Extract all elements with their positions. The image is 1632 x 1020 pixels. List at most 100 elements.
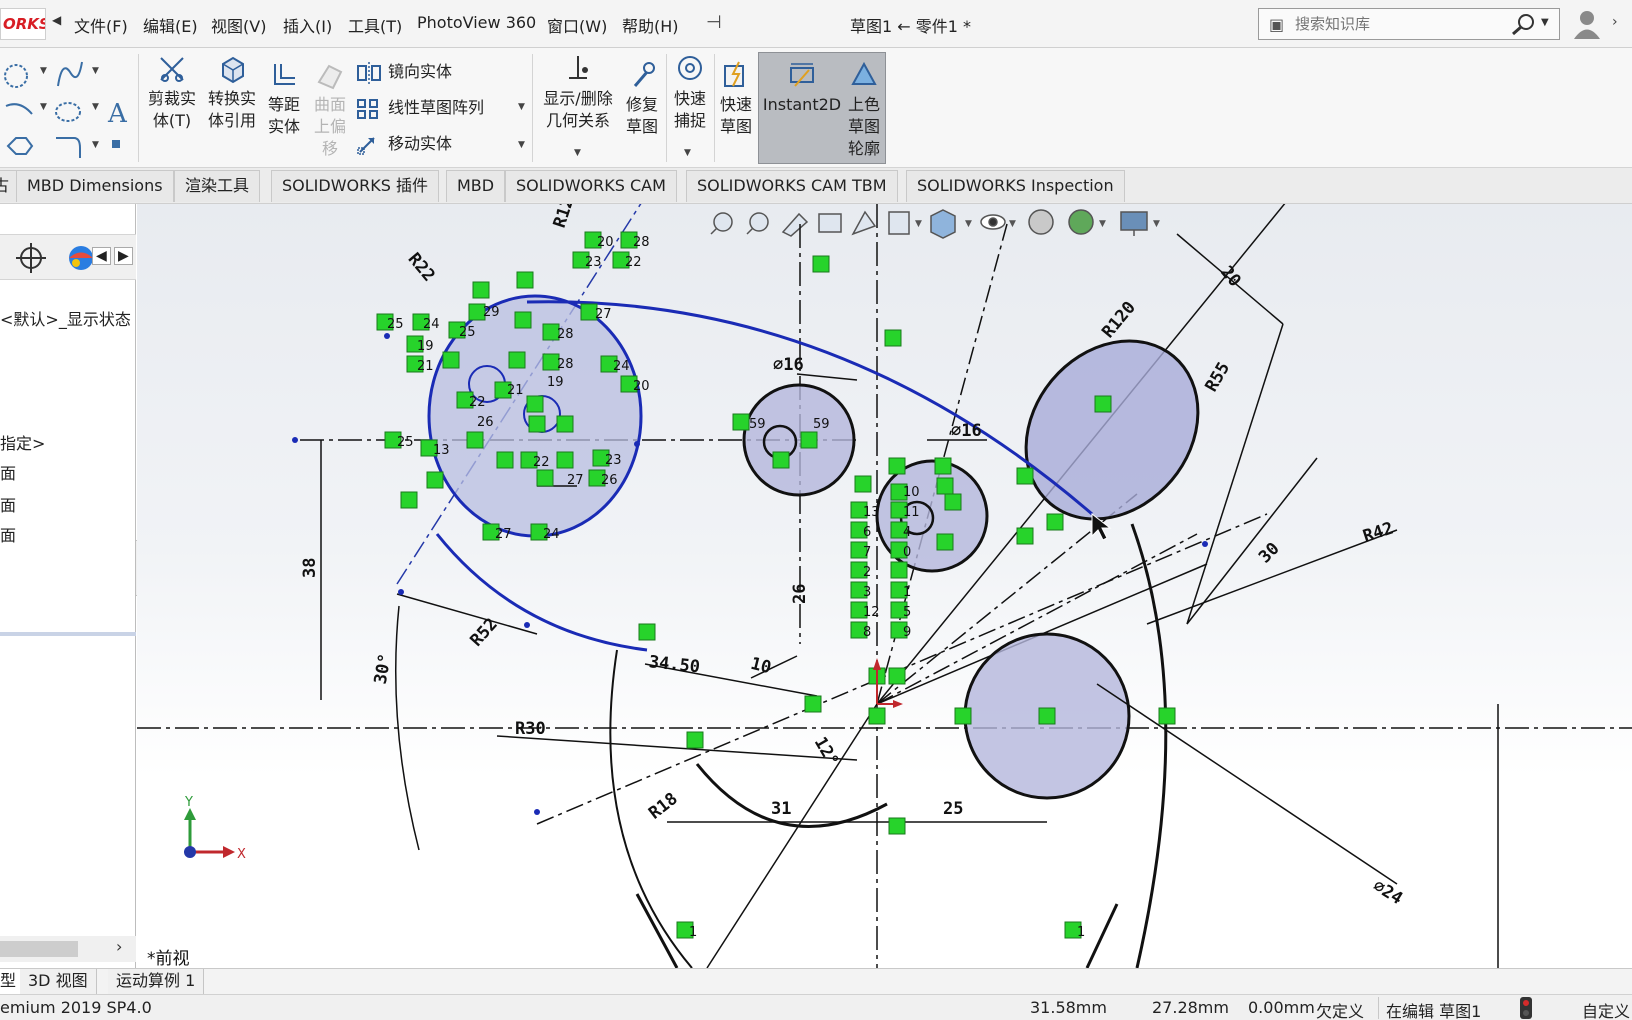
svg-text:3: 3 <box>863 585 871 600</box>
search-icon[interactable] <box>1509 11 1537 37</box>
sketch-drawing[interactable]: 25 2425 291921 282827 20 2823 222420 25132… <box>137 204 1632 968</box>
svg-text:19: 19 <box>417 339 434 354</box>
menu-edit[interactable]: 编辑(E) <box>143 13 198 37</box>
scroll-left-icon[interactable]: ◀ <box>92 247 111 265</box>
display-state-item[interactable]: <默认>_显示状态 <box>0 306 131 330</box>
units-custom[interactable]: 自定义 <box>1582 998 1630 1020</box>
tab-solidworks-cam[interactable]: SOLIDWORKS CAM <box>505 170 677 202</box>
convert-label: 转换实 体引用 <box>207 89 256 130</box>
menu-photoview[interactable]: PhotoView 360 <box>417 13 536 32</box>
scroll-right-arrow-icon[interactable]: › <box>116 937 122 956</box>
dim-34-50[interactable]: 34.50 <box>648 652 701 677</box>
version-text: emium 2019 SP4.0 <box>0 998 152 1017</box>
menu-tools[interactable]: 工具(T) <box>348 13 402 37</box>
dim-30[interactable]: 30 <box>1255 539 1284 568</box>
shaded-sketch-contours-button[interactable]: 上色 草图 轮廓 <box>844 60 884 160</box>
tab-mbd-dimensions[interactable]: MBD Dimensions <box>16 170 174 202</box>
svg-text:22: 22 <box>469 395 486 410</box>
scrollbar-thumb[interactable] <box>0 941 78 957</box>
pin-icon[interactable]: ⊣ <box>706 12 722 33</box>
relations-dropdown-icon[interactable]: ▼ <box>574 148 581 158</box>
dim-10[interactable]: 10 <box>749 654 774 678</box>
menu-view[interactable]: 视图(V) <box>211 13 266 37</box>
dim-r42[interactable]: R42 <box>1361 518 1396 547</box>
mirror-entities-button[interactable]: 镜向实体 <box>356 58 452 84</box>
surface-offset-button[interactable]: 曲面 上偏 移 <box>308 60 352 160</box>
spline-dropdown-icon[interactable]: ▼ <box>92 66 99 76</box>
dim-r22[interactable]: R22 <box>404 249 439 285</box>
tab-solidworks-addins[interactable]: SOLIDWORKS 插件 <box>271 170 439 202</box>
menu-collapse-arrow-icon[interactable]: ◀ <box>52 13 61 27</box>
pattern-dropdown-icon[interactable]: ▼ <box>518 102 525 112</box>
menu-insert[interactable]: 插入(I) <box>283 13 332 37</box>
svg-text:0: 0 <box>903 545 911 560</box>
tree-item-plane-right[interactable]: 面 <box>0 522 16 546</box>
tab-render-tools[interactable]: 渲染工具 <box>174 170 261 202</box>
ellipse-dropdown-icon[interactable]: ▼ <box>92 102 99 112</box>
tab-motion-study[interactable]: 运动算例 1 <box>108 969 205 995</box>
dim-r30[interactable]: R30 <box>515 719 546 739</box>
menu-file[interactable]: 文件(F) <box>74 13 128 37</box>
tab-solidworks-inspection[interactable]: SOLIDWORKS Inspection <box>906 170 1125 202</box>
sketch-entity-tools-icon[interactable]: A <box>0 54 140 162</box>
scroll-right-icon[interactable]: ▶ <box>114 247 133 265</box>
dim-phi16-a[interactable]: ⌀16 <box>773 355 804 375</box>
quick-snap-dropdown-icon[interactable]: ▼ <box>684 148 691 158</box>
dim-25[interactable]: 25 <box>943 799 963 819</box>
svg-text:24: 24 <box>543 527 560 542</box>
svg-text:24: 24 <box>423 317 440 332</box>
tab-3d-views[interactable]: 3D 视图 <box>20 969 97 995</box>
dim-31[interactable]: 31 <box>771 799 791 819</box>
tab-solidworks-cam-tbm[interactable]: SOLIDWORKS CAM TBM <box>686 170 898 202</box>
quick-snaps-button[interactable]: 快速 捕捉 <box>668 54 712 132</box>
rebuild-traffic-light-icon[interactable] <box>1518 997 1534 1019</box>
relations-label: 显示/删除 几何关系 <box>543 89 613 130</box>
fillet-dropdown-icon[interactable]: ▼ <box>92 140 99 150</box>
solidworks-logo[interactable]: ORKS <box>0 8 46 40</box>
svg-text:2: 2 <box>863 565 871 580</box>
arc-dropdown-icon[interactable]: ▼ <box>40 102 47 112</box>
trim-label: 剪裁实 体(T) <box>147 89 196 130</box>
dim-38[interactable]: 38 <box>300 558 320 578</box>
tree-item-plane-top[interactable]: 面 <box>0 492 16 516</box>
rapid-sketch-button[interactable]: 快速 草图 <box>716 60 756 138</box>
tree-item-plane-front[interactable]: 面 <box>0 460 16 484</box>
convert-entities-button[interactable]: 转换实 体引用 <box>204 54 260 132</box>
dim-26[interactable]: 26 <box>790 584 810 604</box>
svg-text:7: 7 <box>863 545 871 560</box>
search-input[interactable] <box>1295 11 1505 37</box>
svg-text:23: 23 <box>605 453 622 468</box>
display-delete-relations-button[interactable]: 显示/删除 几何关系 <box>536 54 620 132</box>
move-dropdown-icon[interactable]: ▼ <box>518 140 525 150</box>
trim-entities-button[interactable]: 剪裁实 体(T) <box>144 54 200 132</box>
dim-r52[interactable]: R52 <box>466 614 501 650</box>
offset-entities-button[interactable]: 等距 实体 <box>262 60 306 138</box>
dim-r12[interactable]: R12 <box>550 204 579 230</box>
graphics-area[interactable]: ▼ ▼ ▼ ▼ ▼ 25 24 25 29 19 21 28 28 27 20 … <box>137 204 1632 968</box>
horizontal-scrollbar[interactable]: › <box>0 936 136 962</box>
svg-text:20: 20 <box>597 235 614 250</box>
search-dropdown-icon[interactable]: ▼ <box>1541 17 1549 28</box>
menu-window[interactable]: 窗口(W) <box>547 13 607 37</box>
tab-mbd[interactable]: MBD <box>446 170 506 202</box>
instant2d-button[interactable]: Instant2D <box>760 60 844 116</box>
move-entities-button[interactable]: 移动实体 <box>356 130 452 156</box>
tree-item-specified[interactable]: 指定> <box>0 430 45 454</box>
panel-divider[interactable] <box>0 632 136 636</box>
menu-help[interactable]: 帮助(H) <box>622 13 679 37</box>
repair-sketch-button[interactable]: 修复 草图 <box>620 60 664 138</box>
dim-r18[interactable]: R18 <box>645 789 682 824</box>
convert-icon <box>222 56 244 84</box>
dimxpert-icon[interactable] <box>16 243 46 273</box>
more-arrow-icon[interactable]: › <box>1612 14 1618 30</box>
dim-r120[interactable]: R120 <box>1098 298 1140 342</box>
dim-phi24[interactable]: ⌀24 <box>1369 876 1406 909</box>
dim-20[interactable]: 20 <box>1216 262 1244 291</box>
user-icon[interactable] <box>1572 8 1602 40</box>
circle-dropdown-icon[interactable]: ▼ <box>40 66 47 76</box>
svg-text:27: 27 <box>595 307 612 322</box>
dim-30deg[interactable]: 30° <box>371 652 396 686</box>
dim-r55[interactable]: R55 <box>1201 359 1234 396</box>
linear-sketch-pattern-button[interactable]: 线性草图阵列 <box>356 94 484 120</box>
dim-phi16-b[interactable]: ⌀16 <box>951 421 982 441</box>
